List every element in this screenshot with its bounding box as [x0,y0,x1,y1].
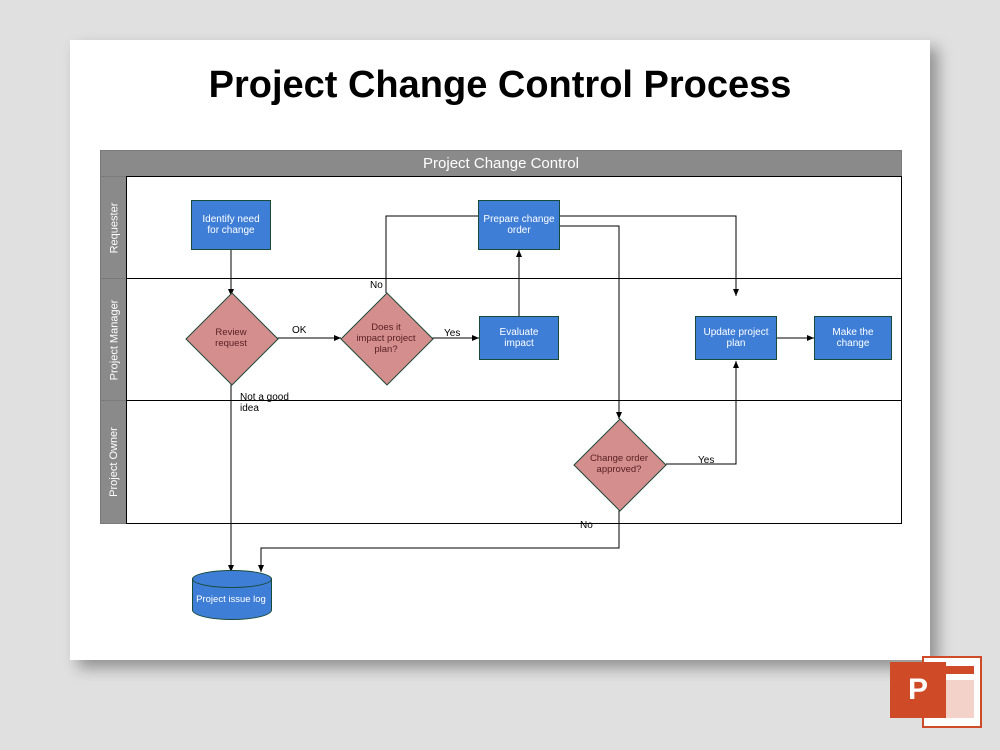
swimlane-header: Project Change Control [100,150,902,178]
edge-label-no2: No [580,520,593,531]
edge-label-no: No [370,280,383,291]
edge-label-not-good: Not a good idea [240,392,290,414]
edge-label-yes: Yes [444,328,460,339]
node-approved-question: Change order approved? [573,418,665,510]
lane-owner [126,400,902,524]
node-issue-log: Project issue log [192,570,270,618]
node-identify: Identify need for change [191,200,271,250]
lane-label-pm: Project Manager [100,278,128,402]
slide-title: Project Change Control Process [70,64,930,107]
node-prepare: Prepare change order [478,200,560,250]
slide: Project Change Control Process Project C… [70,40,930,660]
node-review: Review request [185,292,277,384]
node-update: Update project plan [695,316,777,360]
node-make: Make the change [814,316,892,360]
lane-label-requester: Requester [100,176,128,280]
edge-label-ok: OK [292,325,306,336]
node-impact-question: Does it impact project plan? [340,292,432,384]
powerpoint-icon: P [890,650,980,730]
node-evaluate: Evaluate impact [479,316,559,360]
edge-label-yes2: Yes [698,455,714,466]
lane-label-owner: Project Owner [100,400,128,524]
